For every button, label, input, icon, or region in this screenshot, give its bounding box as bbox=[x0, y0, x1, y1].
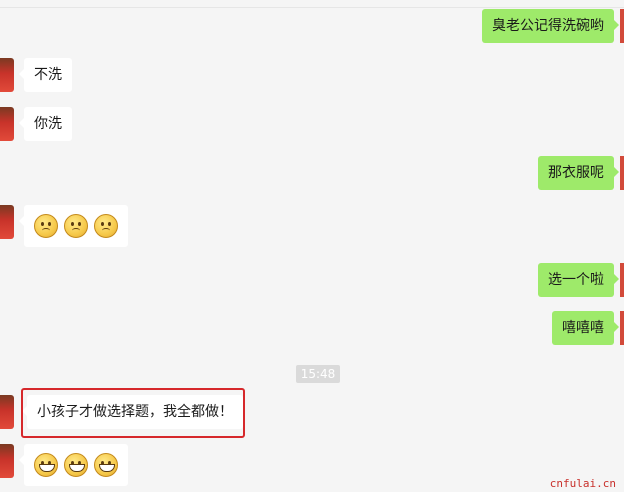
message-row bbox=[0, 444, 624, 486]
avatar-left[interactable] bbox=[0, 107, 14, 141]
sad-face-icon bbox=[64, 214, 88, 238]
message-row: 不洗 bbox=[0, 58, 624, 92]
timestamp-badge: 15:48 bbox=[296, 365, 340, 383]
avatar-right[interactable] bbox=[620, 156, 624, 190]
emoji-message-bubble[interactable] bbox=[19, 444, 128, 486]
message-bubble-left[interactable]: 不洗 bbox=[19, 58, 72, 92]
message-bubble-right[interactable]: 嘻嘻嘻 bbox=[552, 311, 619, 345]
grin-face-icon bbox=[94, 453, 118, 477]
message-row: 嘻嘻嘻 bbox=[0, 311, 624, 345]
avatar-left[interactable] bbox=[0, 205, 14, 239]
avatar-left[interactable] bbox=[0, 444, 14, 478]
avatar-left[interactable] bbox=[0, 395, 14, 429]
avatar-right[interactable] bbox=[620, 263, 624, 297]
top-divider bbox=[0, 7, 624, 8]
message-row: 选一个啦 bbox=[0, 263, 624, 297]
message-row: 你洗 bbox=[0, 107, 624, 141]
message-row bbox=[0, 205, 624, 247]
grin-face-icon bbox=[34, 453, 58, 477]
sad-face-icon bbox=[34, 214, 58, 238]
message-row: 那衣服呢 bbox=[0, 156, 624, 190]
message-bubble-right[interactable]: 臭老公记得洗碗哟 bbox=[482, 9, 619, 43]
grin-face-icon bbox=[64, 453, 88, 477]
avatar-left[interactable] bbox=[0, 58, 14, 92]
highlight-box bbox=[21, 388, 245, 438]
emoji-message-bubble[interactable] bbox=[19, 205, 128, 247]
message-bubble-right[interactable]: 那衣服呢 bbox=[538, 156, 619, 190]
sad-face-icon bbox=[94, 214, 118, 238]
message-bubble-left[interactable]: 你洗 bbox=[19, 107, 72, 141]
message-row: 臭老公记得洗碗哟 bbox=[0, 9, 624, 43]
watermark: cnfulai.cn bbox=[549, 477, 616, 490]
message-bubble-right[interactable]: 选一个啦 bbox=[538, 263, 619, 297]
avatar-right[interactable] bbox=[620, 311, 624, 345]
avatar-right[interactable] bbox=[620, 9, 624, 43]
